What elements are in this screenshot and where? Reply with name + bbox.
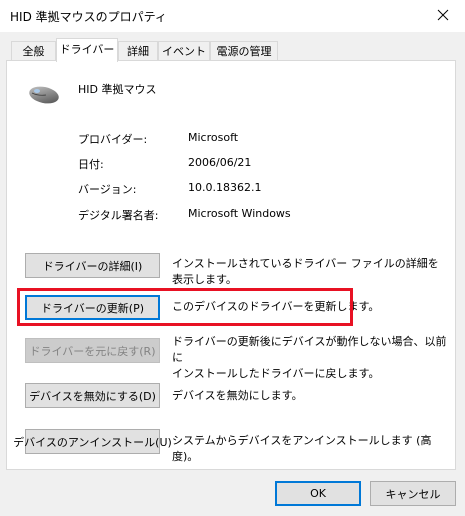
uninstall-device-button[interactable]: デバイスのアンインストール(U) <box>13 429 172 454</box>
tab-driver[interactable]: ドライバー <box>56 38 118 62</box>
signer-label: デジタル署名者: <box>78 209 159 222</box>
close-button[interactable] <box>431 3 455 27</box>
driver-details-description: インストールされているドライバー ファイルの詳細を表示します。 <box>172 257 439 286</box>
uninstall-device-description: システムからデバイスをアンインストールします (高度)。 <box>172 434 432 463</box>
tab-general[interactable]: 全般 <box>11 41 56 60</box>
date-label: 日付: <box>78 158 104 171</box>
device-name: HID 準拠マウス <box>78 83 157 96</box>
tab-details[interactable]: 詳細 <box>118 41 158 60</box>
version-label: バージョン: <box>78 183 137 196</box>
ok-button[interactable]: OK <box>275 481 361 506</box>
provider-label: プロバイダー: <box>78 133 148 146</box>
close-icon <box>437 9 449 21</box>
signer-value: Microsoft Windows <box>188 207 291 220</box>
rollback-driver-button[interactable]: ドライバーを元に戻す(R) <box>25 338 160 363</box>
tab-power-management[interactable]: 電源の管理 <box>210 41 278 60</box>
driver-details-button[interactable]: ドライバーの詳細(I) <box>25 253 160 278</box>
disable-device-button[interactable]: デバイスを無効にする(D) <box>25 383 160 408</box>
version-value: 10.0.18362.1 <box>188 181 262 194</box>
disable-device-description: デバイスを無効にします。 <box>172 389 303 402</box>
mouse-icon <box>26 82 62 106</box>
rollback-desc-line-2: インストールしたドライバーに戻します。 <box>172 367 380 380</box>
update-driver-button[interactable]: ドライバーの更新(P) <box>25 295 160 320</box>
rollback-driver-description: ドライバーの更新後にデバイスが動作しない場合、以前に インストールしたドライバー… <box>172 334 447 382</box>
provider-value: Microsoft <box>188 131 239 144</box>
cancel-button[interactable]: キャンセル <box>370 481 456 506</box>
update-driver-description: このデバイスのドライバーを更新します。 <box>172 300 380 313</box>
rollback-desc-line-1: ドライバーの更新後にデバイスが動作しない場合、以前に <box>172 335 447 364</box>
window-title: HID 準拠マウスのプロパティ <box>10 10 167 24</box>
date-value: 2006/06/21 <box>188 156 252 169</box>
tab-events[interactable]: イベント <box>158 41 210 60</box>
